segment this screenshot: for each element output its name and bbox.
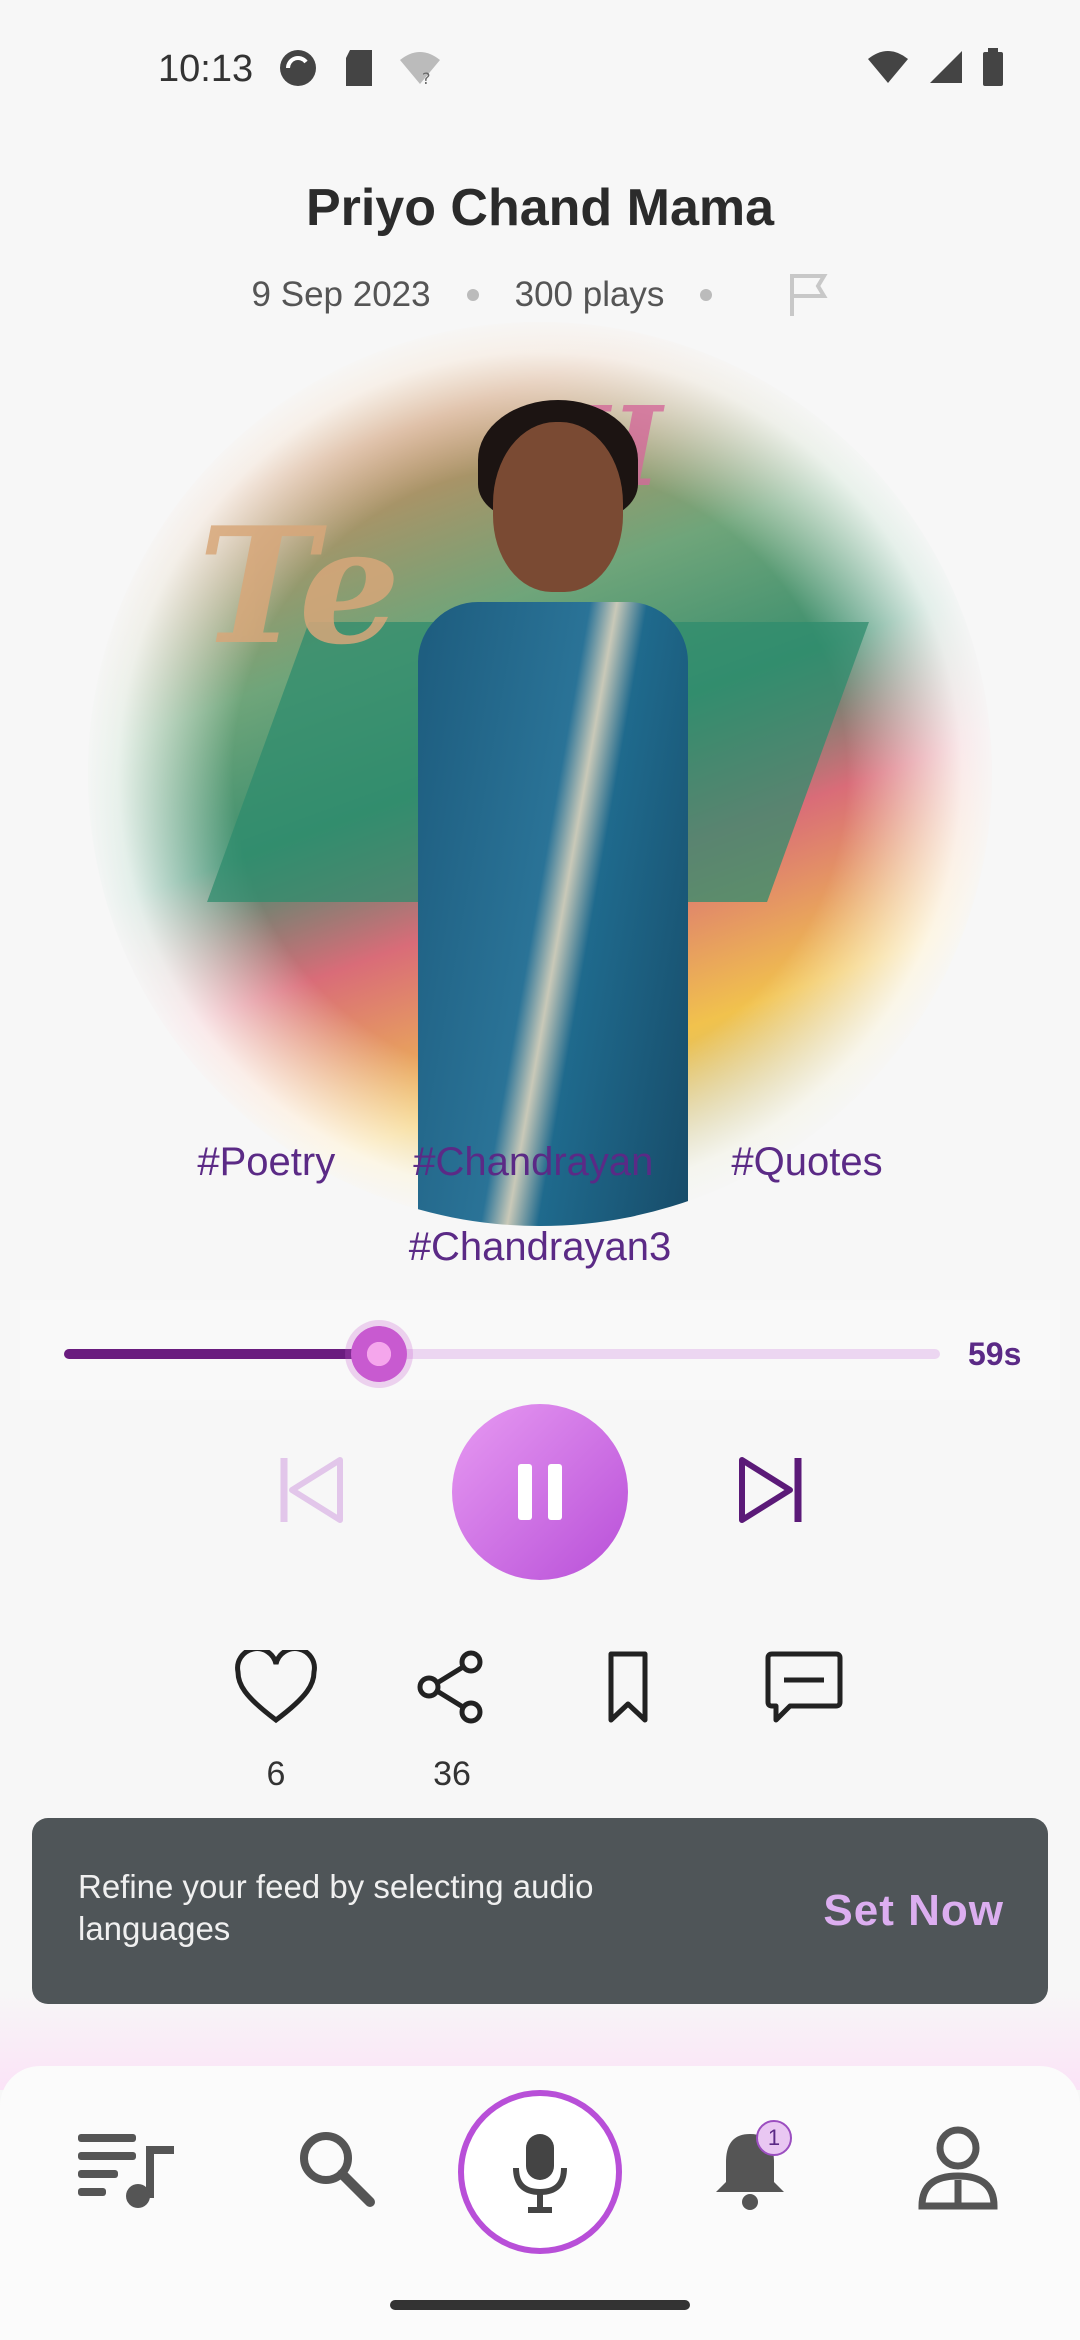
tag-chip[interactable]: #Poetry xyxy=(197,1140,335,1185)
battery-icon xyxy=(983,48,1003,86)
separator-dot xyxy=(700,289,713,301)
mic-icon xyxy=(513,2134,567,2213)
bookmark-action[interactable] xyxy=(568,1650,688,1729)
like-action[interactable]: 6 xyxy=(216,1646,336,1794)
report-flag-icon[interactable] xyxy=(788,272,828,318)
track-meta: 9 Sep 2023 300 plays xyxy=(0,272,1080,318)
share-action[interactable]: 36 xyxy=(392,1650,512,1794)
wifi-unknown-icon: ? xyxy=(400,52,440,88)
playback-controls xyxy=(0,1400,1080,1580)
bookmark-icon[interactable] xyxy=(591,1650,665,1724)
sync-icon xyxy=(280,50,316,86)
like-count: 6 xyxy=(266,1755,286,1793)
next-track-icon[interactable] xyxy=(732,1452,808,1528)
seek-bar-thumb[interactable] xyxy=(351,1326,408,1382)
cover-person-saree xyxy=(418,602,688,1226)
seek-bar-progress xyxy=(64,1349,380,1359)
notification-badge: 1 xyxy=(756,2120,792,2156)
tag-chip[interactable]: #Chandrayan3 xyxy=(409,1225,671,1270)
cover-person xyxy=(398,382,698,1226)
separator-dot xyxy=(466,289,479,301)
home-indicator[interactable] xyxy=(390,2300,690,2310)
tag-chip[interactable]: #Quotes xyxy=(731,1140,882,1185)
svg-text:?: ? xyxy=(422,69,431,88)
cover-art: Te H xyxy=(88,322,992,1226)
wifi-icon xyxy=(868,51,908,83)
time-remaining: 59s xyxy=(968,1336,1022,1372)
progress-card xyxy=(20,1300,1060,1400)
snackbar-message: Refine your feed by selecting audio lang… xyxy=(78,1868,594,1947)
snackbar: Refine your feed by selecting audio lang… xyxy=(32,1818,1048,2004)
cover-banner-decoration: Te xyxy=(198,492,401,680)
status-icons-right xyxy=(866,48,1004,86)
comment-action[interactable] xyxy=(744,1650,864,1729)
seek-bar[interactable] xyxy=(64,1349,940,1359)
tag-chip[interactable]: #Chandrayan xyxy=(413,1140,653,1185)
profile-icon[interactable] xyxy=(916,2126,1000,2212)
cover-person-face xyxy=(493,422,623,592)
status-icons-left: ? xyxy=(276,46,442,90)
status-time: 10:13 xyxy=(158,48,254,90)
set-now-button[interactable]: Set Now xyxy=(823,1886,1004,1936)
comment-icon[interactable] xyxy=(764,1650,844,1724)
pause-icon xyxy=(518,1464,562,1520)
previous-track-icon[interactable] xyxy=(274,1452,350,1528)
tag-list: #Poetry #Chandrayan #Quotes #Chandrayan3 xyxy=(0,1140,1080,1270)
search-icon[interactable] xyxy=(294,2126,378,2210)
record-button[interactable] xyxy=(458,2090,622,2254)
pause-button[interactable] xyxy=(452,1404,628,1580)
bottom-navigation: 1 xyxy=(0,2066,1080,2340)
track-date: 9 Sep 2023 xyxy=(251,275,431,314)
track-plays: 300 plays xyxy=(514,275,665,314)
share-icon[interactable] xyxy=(415,1650,489,1724)
status-bar: 10:13 ? xyxy=(0,0,1080,140)
share-count: 36 xyxy=(433,1755,471,1793)
playlist-icon[interactable] xyxy=(76,2126,180,2210)
cell-signal-icon xyxy=(930,51,962,83)
sd-card-icon xyxy=(346,50,372,86)
heart-icon[interactable] xyxy=(234,1646,318,1724)
track-title: Priyo Chand Mama xyxy=(305,179,775,237)
